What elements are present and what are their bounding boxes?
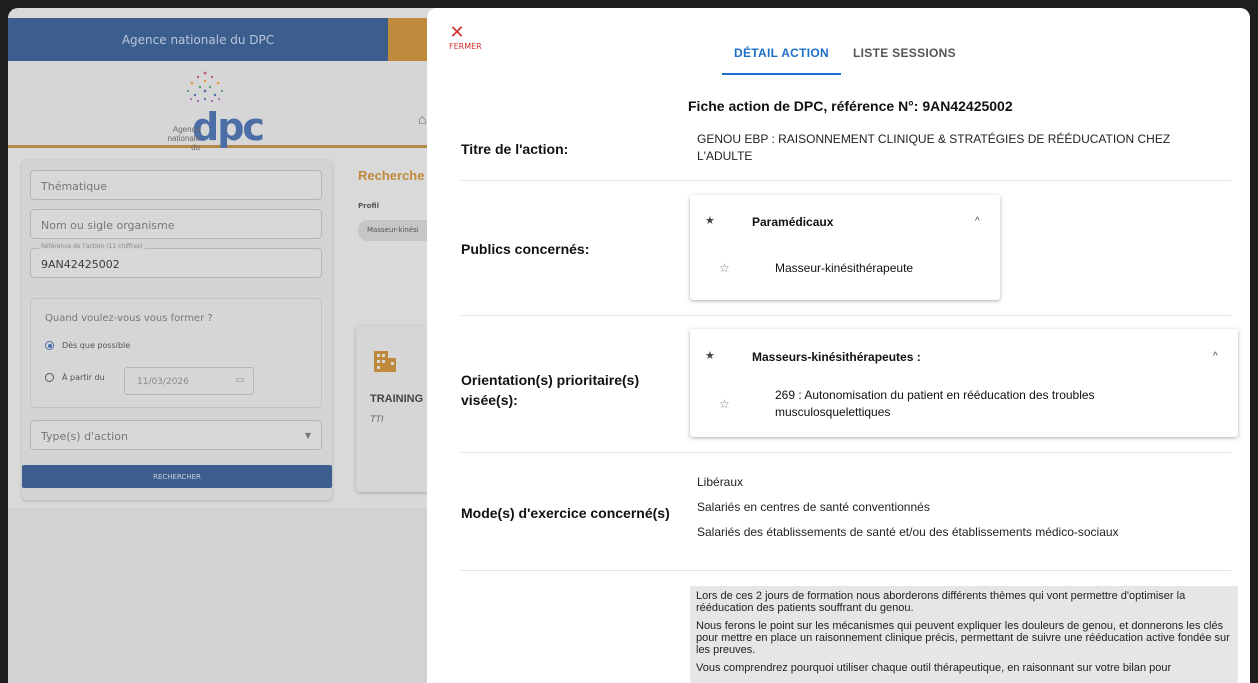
orientation-group: Masseurs-kinésithérapeutes : xyxy=(752,350,921,364)
orientation-key: Orientation(s) prioritaire(s) visée(s): xyxy=(461,372,640,408)
radio-unchecked-icon xyxy=(45,373,54,382)
orientation-item: 269 : Autonomisation du patient en réédu… xyxy=(775,388,1095,419)
date-input[interactable]: 11/03/2026 ▭ xyxy=(124,367,254,395)
star-outline-icon: ☆ xyxy=(719,261,730,275)
chevron-up-icon[interactable]: ^ xyxy=(975,216,980,227)
close-icon: ✕ xyxy=(449,22,465,42)
mode-item: Salariés en centres de santé conventionn… xyxy=(697,500,930,514)
titre-value: GENOU EBP : RAISONNEMENT CLINIQUE & STRA… xyxy=(697,132,1171,163)
radio-checked-icon xyxy=(45,341,54,350)
close-button[interactable]: ✕ FERMER xyxy=(449,22,499,51)
modes-key: Mode(s) d'exercice concerné(s) xyxy=(461,505,670,521)
search-button[interactable]: RECHERCHER xyxy=(22,465,332,488)
modes-list: Libéraux Salariés en centres de santé co… xyxy=(697,475,1119,550)
close-label: FERMER xyxy=(449,42,482,51)
row-titre: Titre de l'action: GENOU EBP : RAISONNEM… xyxy=(461,124,1231,181)
type-action-select[interactable]: Type(s) d'action ▼ xyxy=(30,420,322,450)
calendar-icon[interactable]: ▭ xyxy=(235,375,244,385)
star-filled-icon: ★ xyxy=(705,215,715,227)
action-detail-drawer: ✕ FERMER DÉTAIL ACTION LISTE SESSIONS Fi… xyxy=(427,8,1250,683)
orientation-accordion-header[interactable]: ★ Masseurs-kinésithérapeutes : ^ xyxy=(690,329,1238,369)
logo-subtitle: Agence nationale du xyxy=(167,125,200,152)
top-banner: Agence nationale du DPC xyxy=(8,18,438,61)
search-filters-panel: Thématique Nom ou sigle organisme Référe… xyxy=(22,160,332,500)
reference-label: Référence de l'action (11 chiffres) xyxy=(39,243,145,250)
site-header: dpc Agence nationale du ⌂ xyxy=(8,61,438,152)
tab-liste-sessions[interactable]: LISTE SESSIONS xyxy=(841,42,968,75)
mode-item: Libéraux xyxy=(697,475,744,489)
radio-from-date[interactable]: À partir du xyxy=(45,373,105,382)
background-lower-area xyxy=(8,508,438,683)
publics-key: Publics concernés: xyxy=(461,241,590,257)
fiche-title: Fiche action de DPC, référence N°: 9AN42… xyxy=(688,98,1013,114)
tab-detail-action[interactable]: DÉTAIL ACTION xyxy=(722,42,842,75)
action-description: Lors de ces 2 jours de formation nous ab… xyxy=(690,586,1238,683)
description-paragraph: Vous comprendrez pourquoi utiliser chaqu… xyxy=(696,662,1172,674)
reference-value: 9AN42425002 xyxy=(41,258,120,271)
star-filled-icon: ★ xyxy=(705,350,715,362)
publics-item: Masseur-kinésithérapeute xyxy=(775,261,914,275)
dropdown-arrow-icon: ▼ xyxy=(304,431,311,440)
thematique-input[interactable]: Thématique xyxy=(30,170,322,200)
agency-banner[interactable]: Agence nationale du DPC xyxy=(8,18,388,61)
row-modes: Mode(s) d'exercice concerné(s) Libéraux … xyxy=(461,453,1231,571)
radio-asap[interactable]: Dès que possible xyxy=(45,341,130,350)
logo-word: dpc xyxy=(192,105,265,149)
chevron-up-icon[interactable]: ^ xyxy=(1213,351,1218,362)
card-subtitle: TTI xyxy=(370,414,384,424)
profil-label: Profil xyxy=(358,202,379,210)
description-paragraph: Lors de ces 2 jours de formation nous ab… xyxy=(696,590,1186,614)
drawer-tabs: DÉTAIL ACTION LISTE SESSIONS xyxy=(722,42,968,75)
star-outline-icon: ☆ xyxy=(719,397,730,411)
dpc-logo[interactable]: dpc Agence nationale du xyxy=(158,69,265,152)
results-title: Recherche xyxy=(358,168,425,183)
building-icon xyxy=(372,348,398,374)
profil-chip[interactable]: Masseur-kinési xyxy=(358,220,438,241)
titre-key: Titre de l'action: xyxy=(461,141,569,157)
publics-accordion: ★ Paramédicaux ^ ☆ Masseur-kinésithérape… xyxy=(690,195,1000,300)
home-icon[interactable]: ⌂ xyxy=(418,111,426,127)
card-title: TRAINING xyxy=(370,393,424,405)
description-paragraph: Nous ferons le point sur les mécanismes … xyxy=(696,620,1230,656)
when-question: Quand voulez-vous vous former ? xyxy=(45,313,213,324)
reference-input[interactable]: Référence de l'action (11 chiffres) 9AN4… xyxy=(30,243,322,278)
orientation-accordion: ★ Masseurs-kinésithérapeutes : ^ ☆ 269 :… xyxy=(690,329,1238,437)
publics-accordion-header[interactable]: ★ Paramédicaux ^ xyxy=(690,195,1000,235)
mode-item: Salariés des établissements de santé et/… xyxy=(697,525,1119,539)
when-section: Quand voulez-vous vous former ? Dès que … xyxy=(30,298,322,408)
organisme-input[interactable]: Nom ou sigle organisme xyxy=(30,209,322,239)
publics-group: Paramédicaux xyxy=(752,215,834,229)
